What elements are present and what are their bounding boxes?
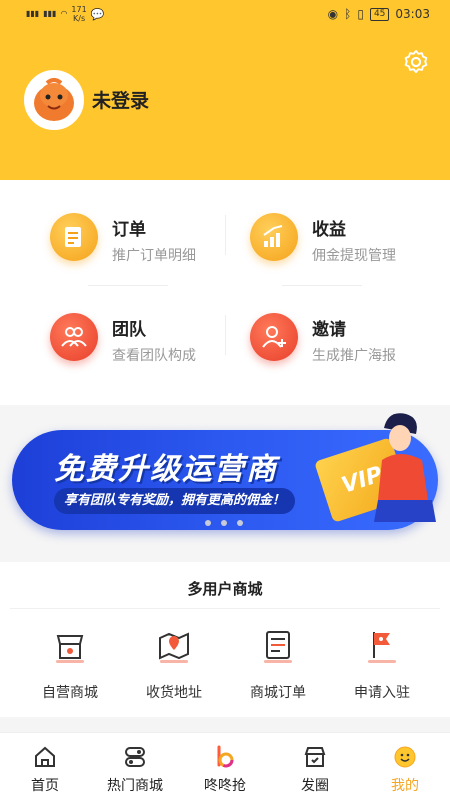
func-item-team[interactable]: 团队 查看团队构成 [50, 305, 250, 375]
store-icon [56, 635, 84, 663]
func-item-earnings[interactable]: 收益 佣金提现管理 [250, 205, 450, 275]
func-title: 团队 [112, 320, 146, 340]
func-subtitle: 佣金提现管理 [312, 248, 396, 264]
mall-item-label: 自营商城 [42, 685, 98, 701]
divider-vertical [225, 215, 226, 255]
order-icon [50, 213, 98, 261]
tab-hot-mall[interactable]: 热门商城 [90, 745, 180, 799]
func-item-invite[interactable]: 邀请 生成推广海报 [250, 305, 450, 375]
toggle-icon [125, 747, 145, 767]
clock: 03:03 [395, 7, 430, 21]
net-speed-unit: K/s [73, 14, 86, 23]
tab-label: 首页 [31, 778, 59, 794]
func-title: 收益 [312, 220, 346, 240]
status-left: ▮▮▮ ▮▮▮ ◠ 171 K/s 💬 [26, 5, 104, 23]
brand-b-icon [217, 745, 234, 768]
func-title: 订单 [112, 220, 146, 240]
map-pin-icon [159, 632, 189, 663]
chat-icon: 💬 [90, 7, 105, 21]
status-bar: ▮▮▮ ▮▮▮ ◠ 171 K/s 💬 ◉ ᛒ ▯ 45 03:03 [0, 0, 450, 30]
func-item-order[interactable]: 订单 推广订单明细 [50, 205, 250, 275]
vibrate-icon: ▯ [357, 7, 364, 21]
divider-horizontal [88, 285, 168, 286]
pagination-dot[interactable] [237, 520, 243, 526]
pagination-dot[interactable] [205, 520, 211, 526]
tab-home[interactable]: 首页 [0, 745, 90, 799]
mall-item-label: 收货地址 [146, 685, 202, 701]
smile-icon [394, 746, 416, 768]
divider-vertical [225, 315, 226, 355]
banner-subtitle: 享有团队专有奖励，拥有更高的佣金！ [54, 488, 296, 514]
team-icon [50, 313, 98, 361]
divider-horizontal [282, 285, 362, 286]
tab-moments[interactable]: 发圈 [270, 745, 360, 799]
func-subtitle: 推广订单明细 [112, 248, 196, 264]
func-title: 邀请 [312, 320, 346, 340]
pagination-dot[interactable] [221, 520, 227, 526]
mall-item-orders[interactable]: 商城订单 [226, 628, 330, 703]
invite-icon [250, 313, 298, 361]
shop-icon [304, 747, 326, 767]
profile-page: ▮▮▮ ▮▮▮ ◠ 171 K/s 💬 ◉ ᛒ ▯ 45 03:03 未登录 订… [0, 0, 450, 800]
profile-header: ▮▮▮ ▮▮▮ ◠ 171 K/s 💬 ◉ ᛒ ▯ 45 03:03 未登录 [0, 0, 450, 180]
mall-item-address[interactable]: 收货地址 [122, 628, 226, 703]
tab-label: 咚咚抢 [204, 778, 246, 794]
function-card: 订单 推广订单明细 收益 佣金提现管理 团队 查看团队构成 邀请 生成推广海报 [0, 180, 450, 405]
signal-icon: ▮▮▮ [26, 9, 40, 18]
mall-title: 多用户商城 [187, 580, 263, 598]
login-status-text[interactable]: 未登录 [92, 86, 149, 113]
order-list-icon [264, 631, 292, 663]
mall-item-label: 商城订单 [250, 685, 306, 701]
bottom-tab-bar: 首页 热门商城 咚咚抢 发圈 我的 [0, 732, 450, 800]
settings-gear-icon[interactable] [402, 48, 430, 76]
tab-flash-sale[interactable]: 咚咚抢 [180, 745, 270, 799]
banner-pagination [205, 520, 243, 526]
mall-item-store[interactable]: 自营商城 [18, 628, 122, 703]
eye-icon: ◉ [327, 7, 339, 21]
net-speed-value: 171 [71, 5, 87, 14]
person-illustration-icon [374, 413, 436, 522]
tab-mine[interactable]: 我的 [360, 745, 450, 799]
status-right: ◉ ᛒ ▯ 45 03:03 [328, 7, 430, 21]
net-speed: 171 K/s [71, 5, 86, 23]
bluetooth-icon: ᛒ [344, 7, 352, 21]
mascot-avatar-icon [27, 73, 81, 127]
battery-icon: 45 [369, 7, 390, 21]
signal-icon-2: ▮▮▮ [43, 9, 57, 18]
func-subtitle: 生成推广海报 [312, 348, 396, 364]
avatar[interactable] [24, 70, 84, 130]
divider-horizontal [10, 608, 440, 609]
mall-section: 多用户商城 自营商城 收货地址 商城订单 申请入驻 [0, 562, 450, 717]
earnings-icon [250, 213, 298, 261]
tab-label: 我的 [391, 778, 419, 794]
mall-item-apply[interactable]: 申请入驻 [330, 628, 434, 703]
tab-label: 热门商城 [107, 778, 163, 794]
tab-label: 发圈 [301, 778, 329, 794]
banner-title: 免费升级运营商 [54, 452, 278, 487]
flag-icon [368, 632, 396, 663]
func-subtitle: 查看团队构成 [112, 348, 196, 364]
home-icon [35, 746, 55, 767]
wifi-icon: ◠ [60, 9, 68, 18]
mall-item-label: 申请入驻 [354, 685, 410, 701]
